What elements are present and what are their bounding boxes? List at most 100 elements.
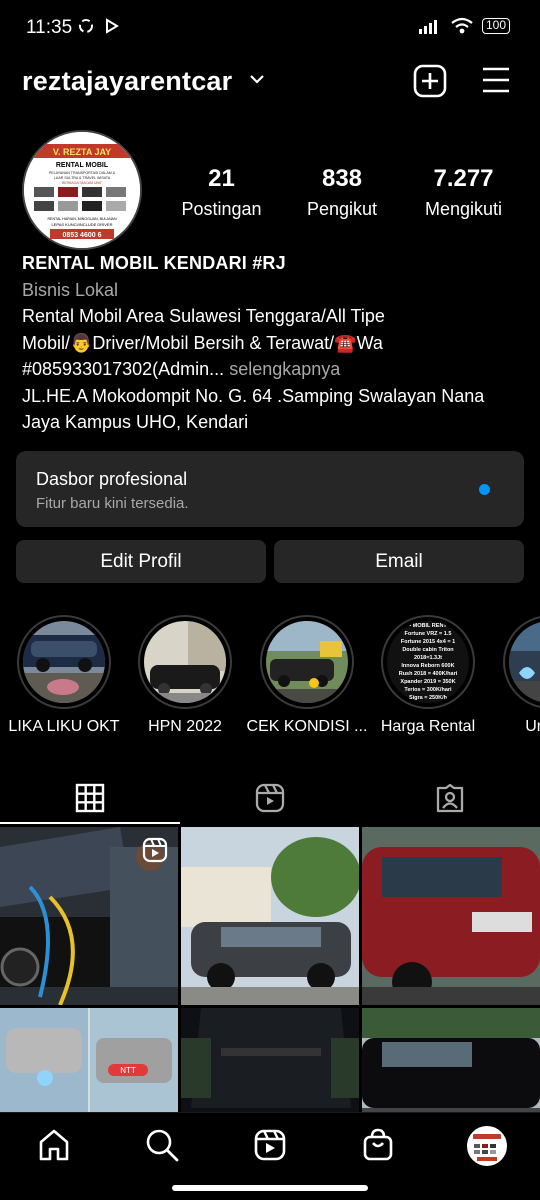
highlight-image <box>23 621 105 703</box>
avatar-line2-text: LUAR SULTRA & TRAVEL WISATA <box>54 176 111 180</box>
posts-grid: NTT <box>0 827 540 1117</box>
avatar-line3-text: BERBAGAI MACAM UNIT <box>62 181 102 185</box>
status-right-icons: 100 <box>418 17 510 35</box>
grid-post[interactable] <box>0 827 178 1005</box>
price-line: Xpander 2019 = 350K <box>400 679 455 685</box>
edit-profile-button[interactable]: Edit Profil <box>16 540 266 583</box>
highlight-label: Unit Te <box>525 718 540 735</box>
price-line: • MOBIL RENT <box>409 623 447 629</box>
status-time: 11:35 <box>26 17 73 38</box>
bio-line-2: Mobil/👨Driver/Mobil Bersih & Terawat/☎️W… <box>22 332 383 353</box>
username[interactable]: reztajayarentcar <box>22 66 232 97</box>
grid-post[interactable] <box>362 1008 540 1117</box>
grid-post[interactable]: NTT <box>0 1008 178 1117</box>
highlight-label: Harga Rental <box>380 718 476 735</box>
highlight-image <box>266 621 348 703</box>
nav-shop[interactable] <box>360 1127 396 1163</box>
search-icon <box>146 1129 179 1162</box>
stat-followers-number: 838 <box>321 165 363 192</box>
stat-posts-number: 21 <box>208 165 235 192</box>
home-indicator[interactable] <box>172 1185 368 1191</box>
highlight-ring <box>17 615 111 709</box>
bio-name: RENTAL MOBIL KENDARI #RJ <box>22 253 286 273</box>
email-button[interactable]: Email <box>274 540 524 583</box>
grid-post[interactable] <box>362 827 540 1005</box>
profile-avatar[interactable]: V. REZTA JAY RENTAL MOBIL PELAYANAN TRAN… <box>22 130 142 250</box>
post-image <box>181 827 359 1005</box>
stat-following[interactable]: 7.277 Mengikuti <box>401 165 526 220</box>
nav-search[interactable] <box>144 1127 180 1163</box>
highlight-item[interactable]: Unit Te <box>488 615 540 736</box>
stat-posts[interactable]: 21 Postingan <box>160 165 283 220</box>
bio-line-3-text: #085933017302(Admin... <box>22 359 225 379</box>
price-line: Double cabin Triton <box>402 647 454 653</box>
avatar-title-text: RENTAL MOBIL <box>56 162 109 169</box>
highlight-item[interactable]: • MOBIL RENT Fortune VRZ = 1.5 Fortune 2… <box>366 615 490 736</box>
nav-home[interactable] <box>36 1127 72 1163</box>
create-post-icon[interactable] <box>413 64 447 98</box>
grid-icon <box>75 783 105 812</box>
post-image <box>181 1008 359 1117</box>
reel-badge-icon <box>142 837 168 863</box>
tab-tagged[interactable] <box>360 770 540 825</box>
stat-following-number: 7.277 <box>433 165 494 192</box>
highlight-ring <box>503 615 540 709</box>
highlight-price-list: • MOBIL RENT Fortune VRZ = 1.5 Fortune 2… <box>387 621 469 703</box>
professional-dashboard[interactable]: Dasbor profesional Fitur baru kini terse… <box>16 451 524 527</box>
avatar-small-image <box>469 1128 505 1164</box>
bio-address-1[interactable]: JL.HE.A Mokodompit No. G. 64 .Samping Sw… <box>22 383 522 410</box>
home-icon <box>39 1129 69 1161</box>
story-highlights: LIKA LIKU OKT HPN 2022 CEK KONDISI ... •… <box>0 615 540 740</box>
post-plate-text: NTT <box>120 1066 136 1075</box>
chevron-down-icon[interactable] <box>248 72 266 86</box>
wifi-icon <box>451 17 473 34</box>
bio-more-link[interactable]: selengkapnya <box>229 359 340 379</box>
highlight-ring <box>260 615 354 709</box>
stat-following-label: Mengikuti <box>424 199 503 219</box>
highlight-label: CEK KONDISI ... <box>246 718 368 735</box>
nav-reels[interactable] <box>252 1127 288 1163</box>
avatar-line5-text: LEPAS KUNCI/INCLUDE DRIVER <box>51 222 112 227</box>
bio-address-2[interactable]: Jaya Kampus UHO, Kendari <box>22 409 522 436</box>
bio-line-3: #085933017302(Admin... selengkapnya <box>22 356 522 383</box>
tab-reels[interactable] <box>180 770 360 825</box>
highlight-label: HPN 2022 <box>148 718 222 735</box>
profile-stats: 21 Postingan 838 Pengikut 7.277 Mengikut… <box>160 165 530 220</box>
dashboard-title: Dasbor profesional <box>36 469 188 489</box>
stat-followers[interactable]: 838 Pengikut <box>283 165 401 220</box>
notification-dot <box>479 484 490 495</box>
tab-posts-grid[interactable] <box>0 770 180 825</box>
grid-post[interactable] <box>181 1008 359 1117</box>
highlight-ring: • MOBIL RENT Fortune VRZ = 1.5 Fortune 2… <box>381 615 475 709</box>
profile-avatar-small <box>467 1126 507 1166</box>
price-line: Innova Reborn 600K <box>401 663 454 669</box>
status-bar: 11:35 100 <box>0 0 540 56</box>
stat-posts-label: Postingan <box>181 199 262 219</box>
price-line: Terios = 300K/hari <box>404 687 452 693</box>
grid-post[interactable] <box>181 827 359 1005</box>
avatar-image: V. REZTA JAY RENTAL MOBIL PELAYANAN TRAN… <box>24 132 140 248</box>
highlight-item[interactable]: LIKA LIKU OKT <box>2 615 126 736</box>
post-image: NTT <box>0 1008 178 1117</box>
play-store-icon <box>106 18 119 34</box>
status-left-icons <box>76 16 120 36</box>
price-line: Fortune VRZ = 1.5 <box>405 631 452 637</box>
stat-followers-label: Pengikut <box>306 199 378 219</box>
highlight-item[interactable]: CEK KONDISI ... <box>245 615 369 736</box>
price-line: Sigra = 250K/h <box>409 695 448 701</box>
signal-icon <box>418 20 437 34</box>
reels-icon <box>254 1129 286 1161</box>
price-line: 2018=1.3Jt <box>414 655 442 661</box>
price-line: Rush 2018 = 400K/hari <box>399 671 458 677</box>
post-image <box>362 827 540 1005</box>
dashboard-subtitle: Fitur baru kini tersedia. <box>36 495 189 512</box>
avatar-line4-text: RENTAL HARIAN, MINGGUAN, BULANAN <box>47 217 116 221</box>
highlight-image <box>509 621 540 703</box>
price-line: Fortune 2015 4x4 = 1 <box>401 639 455 645</box>
menu-icon[interactable] <box>481 66 511 94</box>
highlight-item[interactable]: HPN 2022 <box>123 615 247 736</box>
profile-bio: RENTAL MOBIL KENDARI #RJ Bisnis Lokal Re… <box>22 250 522 436</box>
nav-profile[interactable] <box>466 1125 508 1167</box>
highlight-image <box>144 621 226 703</box>
highlight-label: LIKA LIKU OKT <box>8 718 120 735</box>
